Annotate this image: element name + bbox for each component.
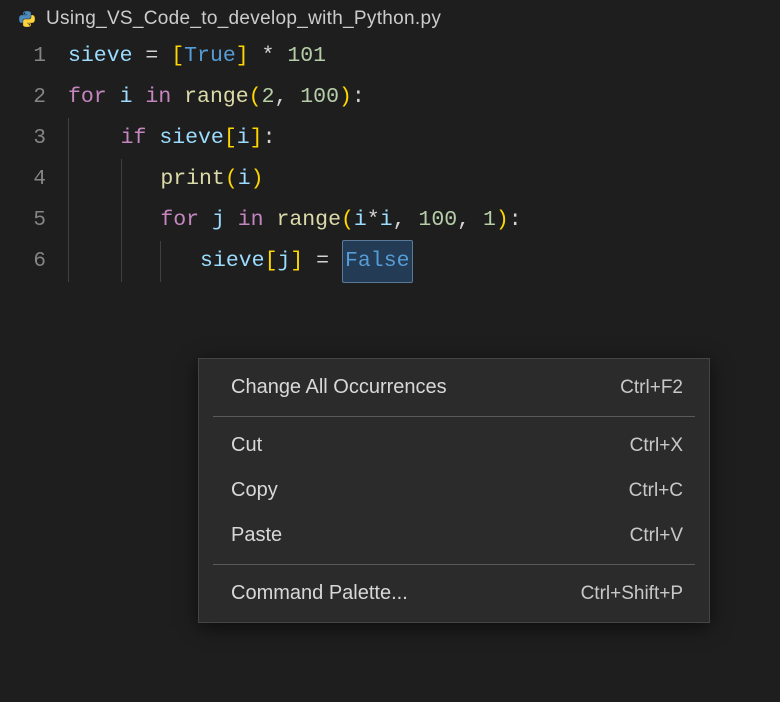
line-number: 2 [0, 77, 68, 118]
code-content[interactable]: for j in range(i*i, 100, 1): [68, 200, 522, 241]
indent-guide [121, 241, 122, 282]
code-editor[interactable]: 1 sieve = [True] * 101 2 for i in range(… [0, 36, 780, 282]
indent-guide [68, 118, 69, 159]
menu-separator [213, 564, 695, 565]
menu-shortcut: Ctrl+V [630, 525, 683, 547]
menu-separator [213, 416, 695, 417]
menu-item-command-palette[interactable]: Command Palette... Ctrl+Shift+P [199, 571, 709, 616]
menu-item-paste[interactable]: Paste Ctrl+V [199, 513, 709, 558]
menu-shortcut: Ctrl+X [630, 435, 683, 457]
line-number: 3 [0, 118, 68, 159]
code-line[interactable]: 5 for j in range(i*i, 100, 1): [0, 200, 780, 241]
code-content[interactable]: sieve[j] = False [68, 241, 413, 282]
menu-shortcut: Ctrl+F2 [620, 377, 683, 399]
menu-label: Change All Occurrences [231, 376, 447, 399]
line-number: 6 [0, 241, 68, 282]
menu-label: Cut [231, 434, 262, 457]
indent-guide [68, 241, 69, 282]
menu-label: Paste [231, 524, 282, 547]
indent-guide [68, 159, 69, 200]
menu-item-cut[interactable]: Cut Ctrl+X [199, 423, 709, 468]
code-line[interactable]: 2 for i in range(2, 100): [0, 77, 780, 118]
code-content[interactable]: if sieve[i]: [68, 118, 275, 159]
tab-filename: Using_VS_Code_to_develop_with_Python.py [46, 8, 441, 30]
context-menu: Change All Occurrences Ctrl+F2 Cut Ctrl+… [198, 358, 710, 623]
selected-token[interactable]: False [342, 240, 413, 283]
menu-shortcut: Ctrl+C [629, 480, 683, 502]
code-content[interactable]: sieve = [True] * 101 [68, 36, 326, 77]
line-number: 5 [0, 200, 68, 241]
indent-guide [160, 241, 161, 282]
editor-tab[interactable]: Using_VS_Code_to_develop_with_Python.py [0, 0, 780, 36]
code-line[interactable]: 3 if sieve[i]: [0, 118, 780, 159]
code-line[interactable]: 1 sieve = [True] * 101 [0, 36, 780, 77]
menu-label: Copy [231, 479, 278, 502]
code-content[interactable]: for i in range(2, 100): [68, 77, 365, 118]
menu-shortcut: Ctrl+Shift+P [581, 583, 683, 605]
code-line[interactable]: 6 sieve[j] = False [0, 241, 780, 282]
indent-guide [121, 159, 122, 200]
code-line[interactable]: 4 print(i) [0, 159, 780, 200]
line-number: 1 [0, 36, 68, 77]
line-number: 4 [0, 159, 68, 200]
menu-item-copy[interactable]: Copy Ctrl+C [199, 468, 709, 513]
python-icon [18, 10, 36, 28]
menu-label: Command Palette... [231, 582, 408, 605]
code-content[interactable]: print(i) [68, 159, 264, 200]
indent-guide [68, 200, 69, 241]
indent-guide [121, 200, 122, 241]
menu-item-change-all-occurrences[interactable]: Change All Occurrences Ctrl+F2 [199, 365, 709, 410]
